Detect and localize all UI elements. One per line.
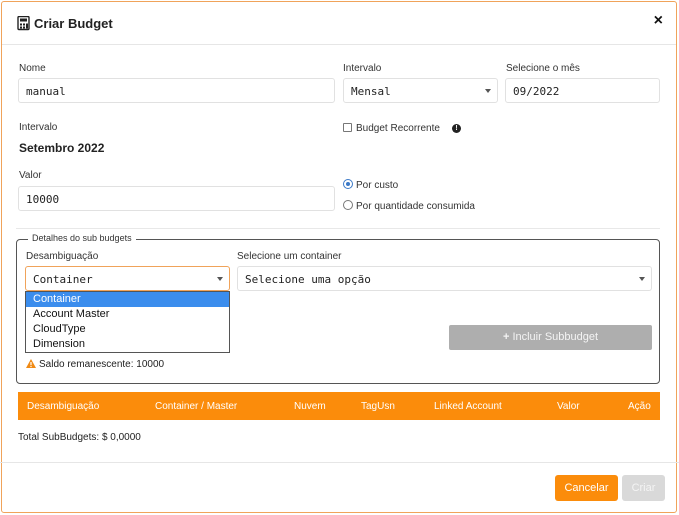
recorrente-label: Budget Recorrente [356,123,440,134]
subbudgets-legend: Detalhes do sub budgets [28,233,136,243]
container-label: Selecione um container [237,251,342,262]
desambiguacao-select-value: Container [33,273,93,286]
plus-icon: + [502,331,510,343]
modal-footer [0,462,679,463]
modal-title: Criar Budget [34,16,113,31]
cancel-button[interactable]: Cancelar [555,475,618,501]
desambiguacao-dropdown: Container Account Master CloudType Dimen… [25,291,230,353]
mes-label: Selecione o mês [506,63,580,74]
chevron-down-icon [485,89,491,93]
dropdown-option-account-master[interactable]: Account Master [26,307,229,322]
col-desambiguacao: Desambiguação [27,401,100,412]
add-subbudget-button[interactable]: + Incluir Subbudget [449,325,652,350]
saldo-remanescente: Saldo remanescente: 10000 [39,359,165,370]
intervalo-select[interactable]: Mensal [343,78,498,103]
radio-por-quantidade[interactable] [343,200,353,210]
dropdown-option-dimension[interactable]: Dimension [26,337,229,352]
valor-label: Valor [19,170,42,181]
chevron-down-icon [217,277,223,281]
intervalo-select-label: Intervalo [343,63,382,74]
create-button[interactable]: Criar [622,475,665,501]
modal-header: Criar Budget × [2,2,676,45]
radio-por-quantidade-label: Por quantidade consumida [356,201,475,212]
chevron-down-icon [639,277,645,281]
dropdown-option-cloudtype[interactable]: CloudType [26,322,229,337]
col-container-master: Container / Master [155,401,238,412]
total-subbudgets: Total SubBudgets: $ 0,0000 [18,432,141,443]
calculator-icon [17,16,30,31]
container-select[interactable]: Selecione uma opção [237,266,652,291]
mes-input[interactable]: 09/2022 [505,78,660,103]
col-linked-account: Linked Account [434,401,502,412]
add-subbudget-label: Incluir Subbudget [512,331,599,343]
info-icon[interactable]: ! [452,124,461,133]
dropdown-option-container[interactable]: Container [26,292,229,307]
subbudgets-table-header: Desambiguação Container / Master Nuvem T… [18,392,660,420]
divider [16,228,660,229]
intervalo-info-value: Setembro 2022 [19,141,105,155]
desambiguacao-select[interactable]: Container [25,266,230,291]
radio-por-custo[interactable] [343,179,353,189]
valor-input[interactable]: 10000 [18,186,335,211]
recorrente-checkbox[interactable] [343,123,352,132]
nome-input[interactable]: manual [18,78,335,103]
col-tagusn: TagUsn [361,401,395,412]
col-nuvem: Nuvem [294,401,326,412]
radio-por-custo-label: Por custo [356,180,399,191]
warning-icon [26,359,36,368]
intervalo-info-label: Intervalo [19,122,58,133]
col-valor: Valor [557,401,580,412]
close-icon[interactable]: × [654,12,663,30]
nome-label: Nome [19,63,46,74]
intervalo-select-value: Mensal [351,85,391,98]
col-acao: Ação [628,401,651,412]
desambiguacao-label: Desambiguação [26,251,99,262]
container-select-value: Selecione uma opção [245,273,371,286]
